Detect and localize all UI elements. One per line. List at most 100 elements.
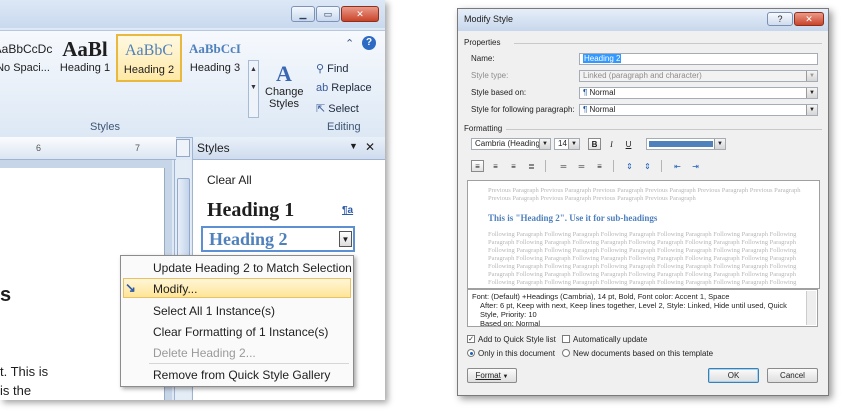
based-on-label: Style based on: bbox=[471, 88, 527, 97]
dialog-help-button[interactable]: ? bbox=[767, 12, 793, 26]
menu-clear-formatting[interactable]: Clear Formatting of 1 Instance(s) bbox=[153, 325, 328, 339]
justify-icon[interactable]: ≣ bbox=[525, 160, 538, 172]
select-icon: ⇱ bbox=[316, 103, 329, 115]
description-scrollbar[interactable] bbox=[806, 291, 816, 325]
select-button[interactable]: ⇱ Select bbox=[316, 102, 359, 115]
size-value: 14 bbox=[558, 139, 567, 148]
bold-button[interactable]: B bbox=[588, 138, 601, 150]
align-right-icon[interactable]: ≡ bbox=[507, 160, 520, 172]
name-value: Heading 2 bbox=[583, 54, 622, 63]
view-ruler-icon[interactable] bbox=[176, 139, 190, 157]
style-heading-1[interactable]: AaBl Heading 1 bbox=[54, 34, 116, 82]
help-icon[interactable]: ? bbox=[362, 36, 376, 50]
font-color-select[interactable]: ▼ bbox=[646, 138, 726, 150]
find-button[interactable]: ⚲ Find bbox=[316, 62, 349, 75]
dialog-title-bar: Modify Style ? ✕ bbox=[458, 9, 828, 31]
based-on-dropdown-icon[interactable]: ▼ bbox=[806, 88, 817, 98]
single-spacing-icon[interactable]: ═ bbox=[557, 160, 570, 172]
change-styles-icon: A bbox=[276, 61, 292, 86]
cancel-button[interactable]: Cancel bbox=[767, 368, 818, 383]
menu-modify[interactable]: Modify... bbox=[153, 282, 197, 296]
menu-update-heading2[interactable]: Update Heading 2 to Match Selection bbox=[153, 261, 352, 275]
auto-update-label: Automatically update bbox=[573, 335, 648, 344]
onehalf-spacing-icon[interactable]: ═ bbox=[575, 160, 588, 172]
underline-button[interactable]: U bbox=[622, 138, 635, 150]
font-value: Cambria (Headings) bbox=[475, 139, 547, 148]
doc-body-line-1: t. This is bbox=[0, 364, 49, 379]
linked-style-icon: ¶a bbox=[342, 205, 354, 216]
based-on-select[interactable]: ¶ Normal ▼ bbox=[579, 87, 818, 99]
formatting-label: Formatting bbox=[464, 124, 503, 133]
dialog-close-button[interactable]: ✕ bbox=[794, 12, 824, 26]
replace-label: Replace bbox=[331, 82, 372, 94]
restore-button[interactable]: ▭ bbox=[316, 6, 340, 22]
new-docs-label: New documents based on this template bbox=[573, 349, 714, 358]
menu-select-all[interactable]: Select All 1 Instance(s) bbox=[153, 304, 275, 318]
style-no-spacing[interactable]: AaBbCcDc No Spaci... bbox=[0, 34, 54, 82]
gallery-up-icon[interactable]: ▲ bbox=[249, 61, 258, 79]
style-type-value: Linked (paragraph and character) bbox=[583, 71, 702, 80]
decrease-indent-icon[interactable]: ⇤ bbox=[671, 160, 684, 172]
pane-close-icon[interactable]: ✕ bbox=[365, 140, 375, 154]
font-color-dropdown-icon[interactable]: ▼ bbox=[714, 139, 725, 149]
menu-remove-gallery[interactable]: Remove from Quick Style Gallery bbox=[153, 368, 330, 382]
format-button[interactable]: Format ▼ bbox=[467, 368, 517, 383]
following-label: Style for following paragraph: bbox=[471, 105, 575, 114]
size-select[interactable]: 14 ▼ bbox=[554, 138, 580, 150]
gallery-scroll[interactable]: ▲ ▼ bbox=[248, 60, 259, 118]
paragraph-toolbar: ≡ ≡ ≡ ≣ ═ ═ ≡ ⇕ ⇕ ⇤ ⇥ bbox=[471, 160, 741, 173]
following-select[interactable]: ¶ Normal ▼ bbox=[579, 104, 818, 116]
auto-update-checkbox[interactable] bbox=[562, 335, 570, 343]
gallery-down-icon[interactable]: ▼ bbox=[249, 79, 258, 97]
doc-body-line-2: is the bbox=[0, 383, 32, 398]
ruler-mark-7: 7 bbox=[135, 143, 141, 153]
heading2-dropdown-icon[interactable]: ▼ bbox=[339, 231, 352, 247]
space-before-icon[interactable]: ⇕ bbox=[623, 160, 636, 172]
style-heading-3[interactable]: AaBbCcI Heading 3 bbox=[184, 34, 246, 82]
add-quick-style-checkbox[interactable]: ✓ bbox=[467, 335, 475, 343]
pane-menu-icon[interactable]: ▼ bbox=[349, 141, 358, 151]
menu-divider bbox=[149, 363, 349, 364]
style-type-dropdown-icon: ▼ bbox=[806, 71, 817, 81]
styles-pane-header: Styles ▼ ✕ bbox=[193, 137, 385, 160]
change-styles-button[interactable]: A Change Styles bbox=[265, 61, 304, 120]
formatting-divider bbox=[506, 129, 822, 130]
align-center-icon[interactable]: ≡ bbox=[489, 160, 502, 172]
size-dropdown-icon[interactable]: ▼ bbox=[568, 139, 579, 149]
clear-all-item[interactable]: Clear All bbox=[207, 173, 252, 187]
font-select[interactable]: Cambria (Headings) ▼ bbox=[471, 138, 551, 150]
style-heading-2[interactable]: AaBbC Heading 2 bbox=[116, 34, 182, 82]
italic-button[interactable]: I bbox=[605, 138, 618, 150]
change-styles-label-1: Change bbox=[265, 86, 304, 98]
modify-style-dialog: Modify Style ? ✕ Properties Name: Headin… bbox=[457, 8, 829, 396]
space-after-icon[interactable]: ⇕ bbox=[641, 160, 654, 172]
ok-button[interactable]: OK bbox=[708, 368, 759, 383]
ribbon-collapse-icon[interactable]: ⌃ bbox=[345, 37, 354, 50]
new-docs-radio[interactable] bbox=[562, 349, 570, 357]
toolbar-separator bbox=[613, 160, 614, 172]
preview-following-paragraph: Following Paragraph Following Paragraph … bbox=[488, 231, 797, 286]
increase-indent-icon[interactable]: ⇥ bbox=[689, 160, 702, 172]
editing-group-label: Editing bbox=[327, 121, 361, 133]
preview-sample-text: This is "Heading 2". Use it for sub-head… bbox=[488, 213, 658, 223]
font-dropdown-icon[interactable]: ▼ bbox=[539, 139, 550, 149]
style-context-menu: ↘ Update Heading 2 to Match Selection Mo… bbox=[120, 255, 354, 387]
style-label: Heading 2 bbox=[123, 64, 175, 76]
align-left-icon[interactable]: ≡ bbox=[471, 160, 484, 172]
select-label: Select bbox=[328, 103, 359, 115]
style-label: Heading 3 bbox=[189, 62, 241, 74]
close-button[interactable]: ✕ bbox=[341, 6, 379, 22]
style-preview: AaBbCcDc bbox=[0, 42, 53, 56]
double-spacing-icon[interactable]: ≡ bbox=[593, 160, 606, 172]
heading1-item[interactable]: Heading 1 bbox=[207, 199, 294, 222]
based-on-value: Normal bbox=[589, 88, 616, 97]
replace-button[interactable]: ab Replace bbox=[316, 82, 372, 94]
following-dropdown-icon[interactable]: ▼ bbox=[806, 105, 817, 115]
minimize-button[interactable]: ▁ bbox=[291, 6, 315, 22]
style-preview: AaBbCcI bbox=[188, 41, 241, 56]
heading2-item[interactable]: Heading 2 ▼ bbox=[201, 226, 355, 252]
name-label: Name: bbox=[471, 54, 495, 63]
only-this-doc-radio[interactable] bbox=[467, 349, 475, 357]
styles-pane-title: Styles bbox=[197, 141, 230, 155]
name-field[interactable]: Heading 2 bbox=[579, 53, 818, 65]
